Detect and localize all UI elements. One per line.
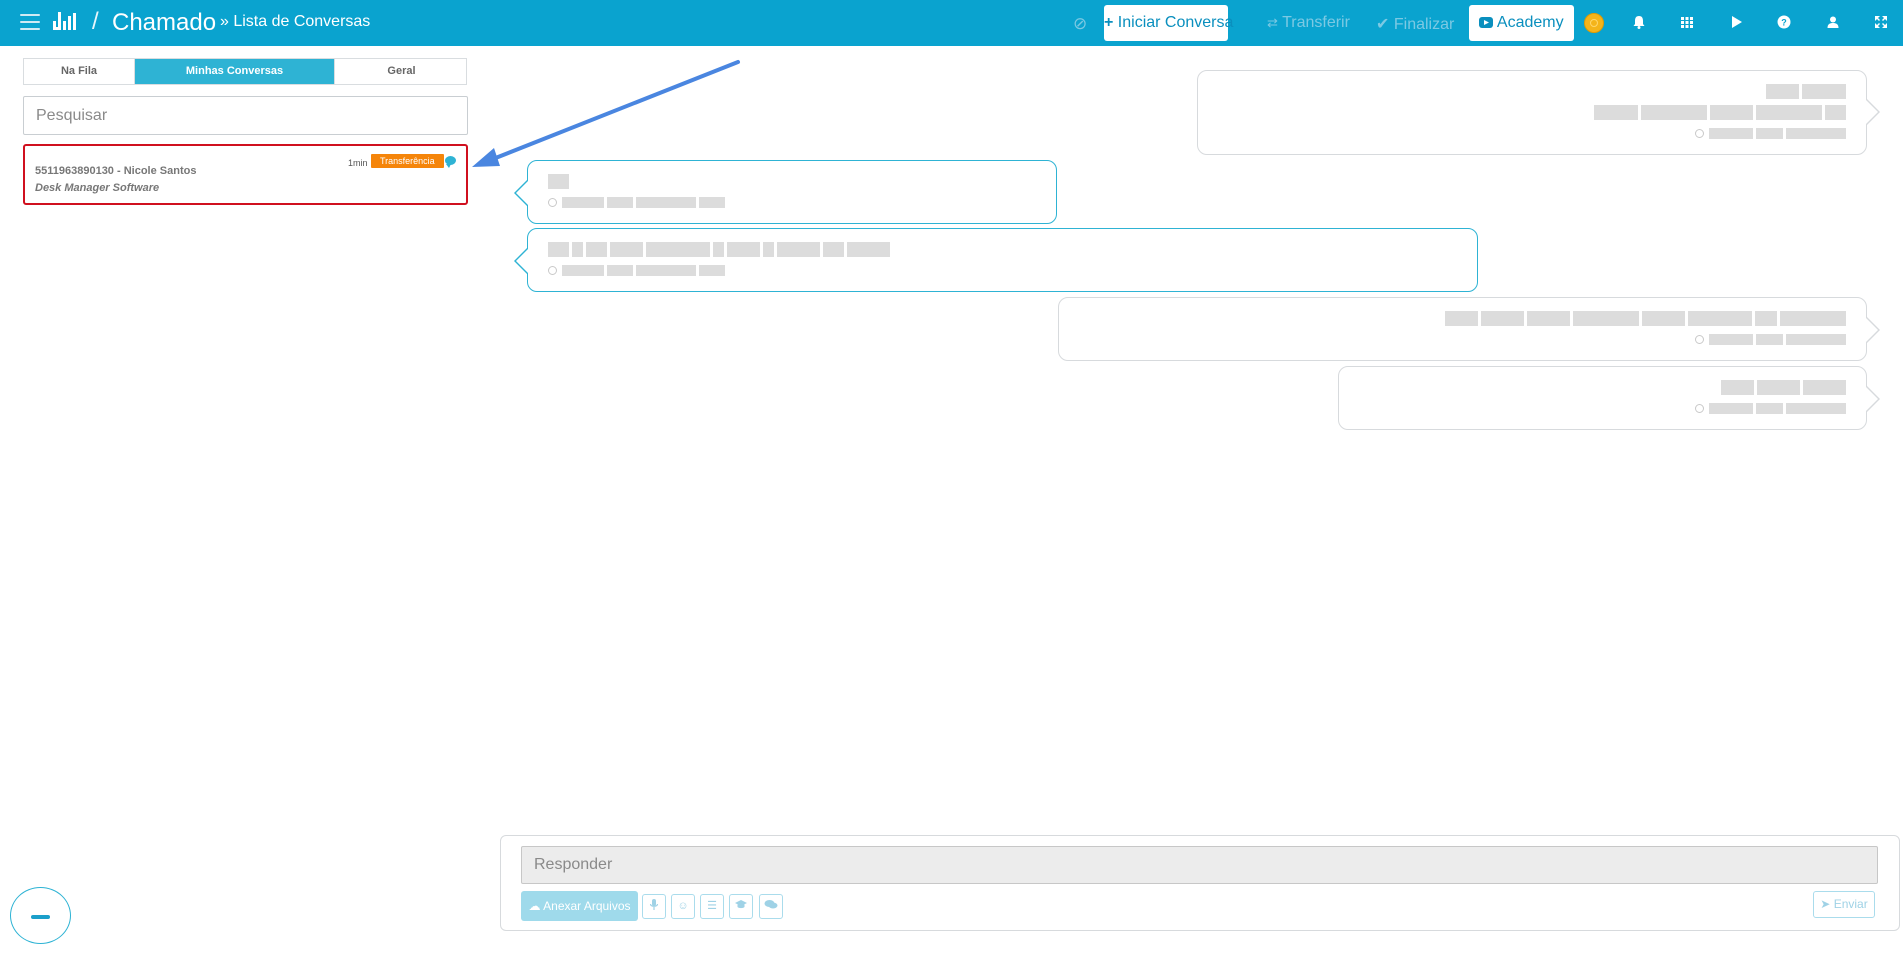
finalize-button[interactable]: ✔ Finalizar: [1376, 14, 1454, 34]
conversation-item[interactable]: 5511963890130 - Nicole Santos Desk Manag…: [23, 144, 468, 205]
conversation-contact: 5511963890130 - Nicole Santos: [35, 165, 197, 177]
play-icon[interactable]: [1727, 13, 1745, 31]
chat-icon: [445, 156, 456, 168]
minimize-button[interactable]: [10, 887, 71, 944]
transfer-label: Transferir: [1282, 14, 1350, 31]
bell-icon[interactable]: [1630, 13, 1648, 31]
page-title: Chamado: [112, 9, 217, 36]
menu-icon[interactable]: [20, 14, 40, 30]
logo-icon[interactable]: [53, 11, 81, 31]
comments-icon: [764, 900, 778, 909]
breadcrumb: » Lista de Conversas: [220, 13, 371, 30]
coin-icon[interactable]: [1584, 13, 1604, 33]
mic-icon: [649, 899, 659, 910]
help-icon[interactable]: ?: [1775, 13, 1793, 31]
send-label: Enviar: [1833, 897, 1868, 911]
title-separator: /: [92, 8, 99, 35]
academy-label: Academy: [1496, 14, 1564, 31]
send-icon: ➤: [1820, 897, 1831, 911]
comments-button[interactable]: [759, 894, 783, 919]
attach-files-label: Anexar Arquivos: [543, 899, 631, 913]
academy-tool-button[interactable]: [729, 894, 753, 919]
emoji-icon: ☺: [677, 900, 689, 912]
clock-icon: [548, 198, 557, 207]
list-icon: ☰: [707, 900, 717, 912]
svg-text:?: ?: [1781, 18, 1787, 28]
conversation-time: 1min: [348, 158, 368, 168]
conversation-company: Desk Manager Software: [35, 182, 160, 194]
clock-icon: [1695, 335, 1704, 344]
reply-input[interactable]: Responder: [521, 846, 1878, 884]
start-conversation-label: Iniciar Conversa: [1117, 14, 1234, 31]
message-outgoing: [1058, 297, 1880, 361]
transfer-badge: Transferência: [371, 154, 444, 168]
finalize-label: Finalizar: [1393, 16, 1455, 33]
attach-files-button[interactable]: ☁ Anexar Arquivos: [521, 891, 638, 921]
tab-minhas-conversas[interactable]: Minhas Conversas: [135, 59, 334, 84]
tab-geral[interactable]: Geral: [334, 59, 468, 84]
grid-icon[interactable]: [1678, 13, 1696, 31]
tab-na-fila[interactable]: Na Fila: [24, 59, 135, 84]
conversation-tabs: Na Fila Minhas Conversas Geral: [23, 58, 467, 85]
start-conversation-button[interactable]: + Iniciar Conversa: [1104, 5, 1233, 41]
message-outgoing: [1338, 366, 1880, 430]
clock-icon: [1695, 404, 1704, 413]
check-icon: ✔: [1376, 16, 1390, 33]
ban-icon[interactable]: ⊘: [1073, 14, 1087, 34]
emoji-button[interactable]: ☺: [671, 894, 695, 919]
graduation-icon: [735, 900, 747, 909]
message-incoming: [514, 160, 1057, 224]
cloud-upload-icon: ☁: [528, 899, 541, 913]
annotation-arrow: [472, 60, 740, 167]
user-icon[interactable]: [1824, 13, 1842, 31]
mic-button[interactable]: [642, 894, 666, 919]
transfer-icon: ⇄: [1267, 15, 1278, 30]
academy-button[interactable]: Academy: [1469, 5, 1574, 41]
message-incoming: [514, 228, 1478, 292]
list-button[interactable]: ☰: [700, 894, 724, 919]
search-input[interactable]: [23, 96, 468, 135]
youtube-icon: [1479, 17, 1494, 28]
plus-icon: +: [1104, 14, 1114, 31]
message-outgoing: [1197, 70, 1880, 155]
transfer-button[interactable]: ⇄ Transferir: [1267, 14, 1350, 32]
clock-icon: [548, 266, 557, 275]
send-button[interactable]: ➤ Enviar: [1813, 891, 1875, 918]
clock-icon: [1695, 129, 1704, 138]
expand-icon[interactable]: [1872, 13, 1890, 31]
top-bar: / Chamado » Lista de Conversas ⊘ + Inici…: [0, 0, 1903, 46]
reply-box: Responder ☁ Anexar Arquivos ☺ ☰ ➤ Enviar: [500, 835, 1900, 931]
